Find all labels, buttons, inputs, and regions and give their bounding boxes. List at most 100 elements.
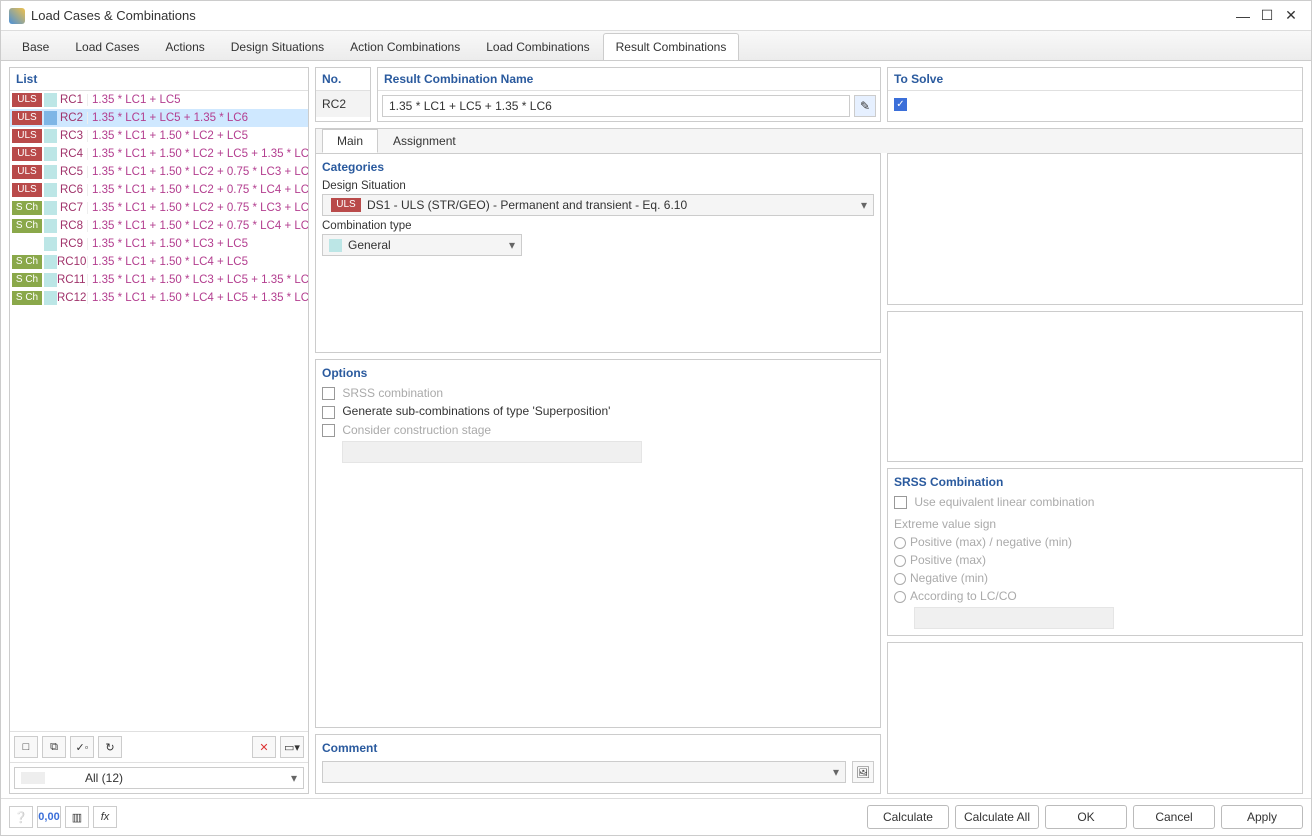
help-button[interactable]: ❔ (9, 806, 33, 828)
tab-main[interactable]: Main (322, 129, 378, 153)
calculate-all-button[interactable]: Calculate All (955, 805, 1039, 829)
sign-label: Extreme value sign (894, 517, 1296, 531)
tab-design-situations[interactable]: Design Situations (218, 33, 337, 60)
tab-load-combinations[interactable]: Load Combinations (473, 33, 602, 60)
row-id: RC7 (57, 202, 87, 214)
units-button[interactable]: 0,00 (37, 806, 61, 828)
tab-load-cases[interactable]: Load Cases (62, 33, 152, 60)
comment-section: Comment 🖼 (315, 734, 881, 794)
construction-stage-checkbox (322, 424, 335, 437)
list-row[interactable]: S ChRC111.35 * LC1 + 1.50 * LC3 + LC5 + … (10, 271, 308, 289)
list-row[interactable]: ULSRC11.35 * LC1 + LC5 (10, 91, 308, 109)
ok-button[interactable]: OK (1045, 805, 1127, 829)
new-button[interactable]: □ (14, 736, 38, 758)
combination-type-select[interactable]: General (322, 234, 522, 256)
radio-neg (894, 573, 906, 585)
delete-button[interactable]: ✕ (252, 736, 276, 758)
name-value: 1.35 * LC1 + LC5 + 1.35 * LC6 (389, 99, 552, 113)
ds-label: Design Situation (322, 180, 874, 192)
comment-input[interactable] (322, 761, 846, 783)
row-swatch (44, 291, 57, 305)
row-swatch (44, 255, 57, 269)
categories-section: Categories Design Situation ULS DS1 - UL… (315, 153, 881, 353)
layout-button[interactable]: ▭▾ (280, 736, 304, 758)
eq-linear-label: Use equivalent linear combination (914, 495, 1094, 509)
row-formula: 1.35 * LC1 + 1.50 * LC4 + LC5 + 1.35 * L… (87, 292, 308, 304)
r4-label: According to LC/CO (910, 589, 1017, 603)
r2-label: Positive (max) (910, 553, 986, 567)
app-icon (9, 8, 25, 24)
list-row[interactable]: RC91.35 * LC1 + 1.50 * LC3 + LC5 (10, 235, 308, 253)
detail-left: Categories Design Situation ULS DS1 - UL… (315, 153, 881, 794)
solve-checkbox[interactable]: ✓ (894, 98, 907, 111)
recalc-button[interactable]: ↻ (98, 736, 122, 758)
row-badge: ULS (12, 129, 42, 143)
maximize-button[interactable]: ☐ (1255, 7, 1279, 24)
tab-actions[interactable]: Actions (152, 33, 217, 60)
chart-button[interactable]: ▥ (65, 806, 89, 828)
comment-image-button[interactable]: 🖼 (852, 761, 874, 783)
filter-select[interactable]: All (12) (14, 767, 304, 789)
fx-button[interactable]: fx (93, 806, 117, 828)
list-row[interactable]: ULS RC41.35 * LC1 + 1.50 * LC2 + LC5 + 1.… (10, 145, 308, 163)
row-swatch (44, 273, 57, 287)
list-row[interactable]: S ChRC101.35 * LC1 + 1.50 * LC4 + LC5 (10, 253, 308, 271)
list-row[interactable]: ULSRC51.35 * LC1 + 1.50 * LC2 + 0.75 * L… (10, 163, 308, 181)
srss-option: SRSS combination (322, 386, 874, 400)
list-row[interactable]: ULSRC61.35 * LC1 + 1.50 * LC2 + 0.75 * L… (10, 181, 308, 199)
list-body: ULSRC11.35 * LC1 + LC5ULSRC21.35 * LC1 +… (10, 91, 308, 731)
row-id: RC5 (57, 166, 87, 178)
tab-assignment[interactable]: Assignment (378, 129, 471, 153)
calculate-button[interactable]: Calculate (867, 805, 949, 829)
tab-action-combinations[interactable]: Action Combinations (337, 33, 473, 60)
minimize-button[interactable]: — (1231, 8, 1255, 24)
categories-title: Categories (322, 160, 874, 174)
no-box: No. RC2 (315, 67, 371, 122)
content-area: List ULSRC11.35 * LC1 + LC5ULSRC21.35 * … (1, 61, 1311, 798)
name-input[interactable]: 1.35 * LC1 + LC5 + 1.35 * LC6 (382, 95, 850, 117)
row-id: RC8 (57, 220, 87, 232)
row-badge: S Ch (12, 255, 42, 269)
close-button[interactable]: ✕ (1279, 7, 1303, 24)
row-formula: 1.35 * LC1 + LC5 (87, 94, 308, 106)
list-toolbar: □ ⧉ ✓◦ ↻ ✕ ▭▾ (10, 731, 308, 762)
copy-button[interactable]: ⧉ (42, 736, 66, 758)
list-row[interactable]: ULSRC31.35 * LC1 + 1.50 * LC2 + LC5 (10, 127, 308, 145)
list-row[interactable]: S ChRC71.35 * LC1 + 1.50 * LC2 + 0.75 * … (10, 199, 308, 217)
row-badge: S Ch (12, 219, 42, 233)
srss-label: SRSS combination (342, 386, 443, 400)
list-row[interactable]: ULSRC21.35 * LC1 + LC5 + 1.35 * LC6 (10, 109, 308, 127)
row-swatch (44, 201, 57, 215)
check-button[interactable]: ✓◦ (70, 736, 94, 758)
gen-option[interactable]: Generate sub-combinations of type 'Super… (322, 404, 874, 418)
top-row: No. RC2 Result Combination Name 1.35 * L… (315, 67, 1303, 122)
row-id: RC3 (57, 130, 87, 142)
filter-row: All (12) (10, 762, 308, 793)
radio-pos (894, 555, 906, 567)
sub-tab-container: Main Assignment Categories Design Situat… (315, 128, 1303, 794)
options-section: Options SRSS combination Generate sub-co… (315, 359, 881, 728)
options-title: Options (322, 366, 874, 380)
design-situation-select[interactable]: ULS DS1 - ULS (STR/GEO) - Permanent and … (322, 194, 874, 216)
row-id: RC4 (57, 148, 87, 160)
generate-sub-checkbox[interactable] (322, 406, 335, 419)
row-swatch (44, 219, 57, 233)
row-formula: 1.35 * LC1 + 1.50 * LC2 + LC5 + 1.35 * L… (87, 148, 308, 160)
ds-value: DS1 - ULS (STR/GEO) - Permanent and tran… (367, 198, 687, 212)
tab-base[interactable]: Base (9, 33, 62, 60)
row-formula: 1.35 * LC1 + 1.50 * LC3 + LC5 + 1.35 * L… (87, 274, 308, 286)
apply-button[interactable]: Apply (1221, 805, 1303, 829)
list-row[interactable]: S ChRC121.35 * LC1 + 1.50 * LC4 + LC5 + … (10, 289, 308, 307)
cancel-button[interactable]: Cancel (1133, 805, 1215, 829)
row-badge: ULS (12, 147, 42, 161)
row-badge: ULS (12, 93, 42, 107)
srss-checkbox (322, 387, 335, 400)
footer: ❔ 0,00 ▥ fx Calculate Calculate All OK C… (1, 798, 1311, 835)
lcco-field (914, 607, 1114, 629)
list-row[interactable]: S Ch RC81.35 * LC1 + 1.50 * LC2 + 0.75 * … (10, 217, 308, 235)
row-formula: 1.35 * LC1 + 1.50 * LC2 + 0.75 * LC4 + L… (87, 220, 308, 232)
row-id: RC9 (57, 238, 87, 250)
tab-result-combinations[interactable]: Result Combinations (603, 33, 740, 60)
row-formula: 1.35 * LC1 + 1.50 * LC2 + 0.75 * LC3 + L… (87, 166, 308, 178)
edit-name-button[interactable]: ✎ (854, 95, 876, 117)
